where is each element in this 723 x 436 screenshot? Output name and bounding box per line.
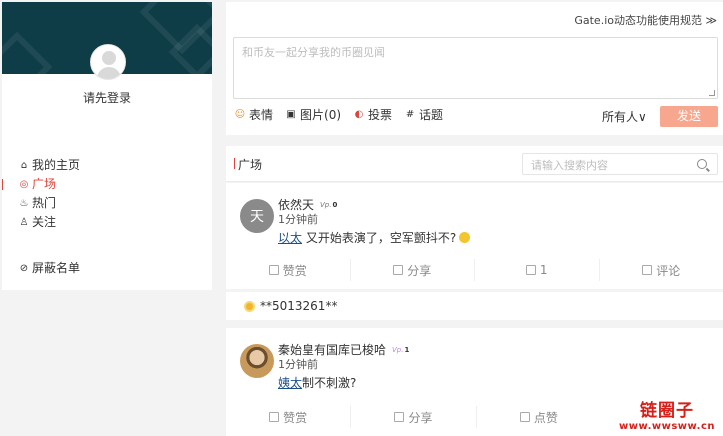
hashtag-icon: #: [405, 109, 415, 120]
sidebar-item-blocked[interactable]: ⊘ 屏蔽名单: [2, 259, 80, 278]
sidebar-item-label: 屏蔽名单: [32, 261, 81, 275]
composer-toolbar: ☺ 表情 ▣ 图片(0) ◐ 投票 # 话题: [234, 106, 455, 123]
sidebar-item-label: 热门: [32, 196, 57, 210]
post-content: 以太 又开始表演了，空军颤抖不?: [278, 229, 471, 246]
reward-icon: [268, 265, 279, 275]
coin-icon: [244, 300, 255, 312]
search-icon[interactable]: [697, 159, 707, 169]
vip-badge: Vp.0: [320, 200, 338, 209]
block-icon: ⊘: [19, 263, 29, 274]
share-icon: [394, 412, 405, 422]
rules-link[interactable]: Gate.io动态功能使用规范 ≫: [574, 12, 717, 28]
sidebar-item-home[interactable]: ⌂ 我的主页: [2, 156, 212, 175]
avatar[interactable]: [90, 44, 126, 80]
post-input[interactable]: 和币友一起分享我的币圈见闻: [233, 37, 718, 99]
like-button[interactable]: 点赞: [477, 406, 601, 428]
sidebar-item-label: 我的主页: [32, 158, 81, 172]
share-button[interactable]: 分享: [351, 259, 475, 281]
audience-select[interactable]: 所有人∨: [602, 108, 647, 125]
watermark-logo: 链圈子 www.wwsww.cn: [614, 396, 720, 434]
thumbs-up-icon: [525, 265, 536, 275]
tool-label: 表情: [249, 108, 274, 122]
tip-notice: **5013261**: [226, 292, 723, 320]
post-body: 制不刺激?: [302, 376, 357, 390]
mention-link[interactable]: 姨太: [278, 376, 302, 390]
post-body: 又开始表演了，空军颤抖不?: [302, 231, 457, 245]
image-button[interactable]: ▣ 图片(0): [285, 106, 341, 123]
tip-user[interactable]: **5013261**: [260, 299, 337, 313]
avatar[interactable]: [240, 344, 274, 378]
send-button[interactable]: 发送: [660, 106, 718, 127]
smile-icon: ☺: [234, 109, 246, 120]
reward-icon: [269, 412, 280, 422]
search-input[interactable]: 请输入搜索内容: [522, 153, 718, 175]
vip-badge: Vp.1: [392, 345, 410, 354]
emoji-button[interactable]: ☺ 表情: [234, 106, 273, 123]
vote-button[interactable]: ◐ 投票: [353, 106, 392, 123]
tool-label: 话题: [419, 108, 444, 122]
resize-handle[interactable]: [709, 90, 715, 96]
share-button[interactable]: 分享: [351, 406, 477, 428]
sidebar-item-label: 广场: [32, 177, 57, 191]
image-icon: ▣: [286, 109, 296, 120]
login-prompt[interactable]: 请先登录: [2, 89, 212, 106]
feed-post: 天 依然天 Vp.0 1分钟前 以太 又开始表演了，空军颤抖不? 赞赏 分享 1…: [226, 183, 723, 289]
target-icon: ◎: [19, 179, 29, 190]
sidebar-item-label: 关注: [32, 215, 57, 229]
post-composer: Gate.io动态功能使用规范 ≫ 和币友一起分享我的币圈见闻 ☺ 表情 ▣ 图…: [226, 2, 723, 135]
share-icon: [393, 265, 404, 275]
comment-icon: [642, 265, 653, 275]
reward-button[interactable]: 赞赏: [226, 406, 352, 428]
sidebar-nav: ⌂ 我的主页 ◎ 广场 ♨ 热门 ♙ 关注: [2, 156, 212, 232]
reward-button[interactable]: 赞赏: [226, 259, 351, 281]
mention-link[interactable]: 以太: [278, 231, 302, 245]
watermark-url: www.wwsww.cn: [619, 421, 715, 432]
post-actions: 赞赏 分享 1 评论: [226, 259, 723, 281]
topic-button[interactable]: # 话题: [404, 106, 443, 123]
watermark-title: 链圈子: [640, 401, 694, 421]
post-content: 姨太制不刺激?: [278, 374, 356, 391]
home-icon: ⌂: [20, 160, 28, 171]
thumbs-up-icon: [519, 412, 530, 422]
sidebar-item-square[interactable]: ◎ 广场: [2, 175, 212, 194]
grin-emoji-icon: [459, 232, 471, 243]
user-icon: ♙: [19, 217, 29, 228]
profile-panel: 请先登录 ⌂ 我的主页 ◎ 广场 ♨ 热门 ♙ 关注 ⊘ 屏蔽名单: [2, 2, 212, 290]
tool-label: 投票: [368, 108, 393, 122]
flame-icon: ♨: [19, 198, 29, 209]
like-button[interactable]: 1: [475, 259, 600, 281]
vote-icon: ◐: [354, 109, 364, 120]
post-timestamp: 1分钟前: [278, 213, 318, 226]
sidebar-item-hot[interactable]: ♨ 热门: [2, 194, 212, 213]
avatar[interactable]: 天: [240, 199, 274, 233]
sidebar-item-following[interactable]: ♙ 关注: [2, 213, 212, 232]
comment-button[interactable]: 评论: [600, 259, 723, 281]
feed-title: 广场: [234, 156, 262, 173]
feed-header: 广场 请输入搜索内容: [226, 146, 723, 182]
post-actions: 赞赏 分享 点赞: [226, 406, 601, 428]
post-timestamp: 1分钟前: [278, 358, 318, 371]
tool-label: 图片(0): [300, 108, 342, 122]
